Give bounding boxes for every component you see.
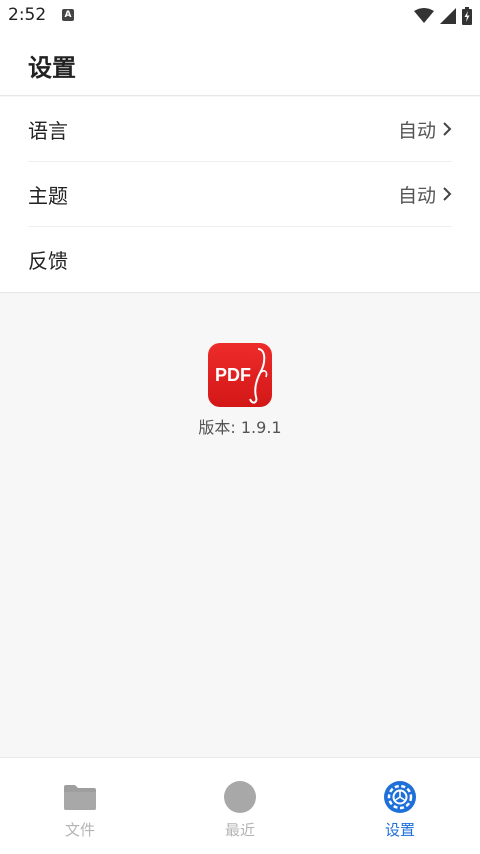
chevron-right-icon — [443, 187, 452, 201]
nav-label: 设置 — [384, 821, 415, 839]
version-text: 版本: 1.9.1 — [198, 418, 282, 437]
settings-gear-icon — [384, 781, 416, 813]
settings-item-label: 主题 — [28, 183, 68, 208]
settings-item-label: 语言 — [28, 118, 68, 143]
status-icons — [414, 7, 472, 25]
nav-item-settings[interactable]: 设置 — [320, 780, 480, 840]
recent-icon-badge: L — [235, 810, 245, 828]
nav-item-recent[interactable]: L 最近 — [160, 780, 320, 840]
settings-list: 语言 自动 主题 自动 反馈 — [0, 97, 480, 293]
settings-item-label: 反馈 — [28, 249, 68, 273]
settings-item-value: 自动 — [397, 184, 436, 207]
settings-item-theme[interactable]: 主题 自动 — [28, 162, 452, 227]
nav-label: 文件 — [64, 821, 95, 839]
chevron-right-icon — [443, 122, 452, 136]
battery-icon — [462, 7, 472, 25]
about-section: PDF 版本: 1.9.1 — [0, 343, 480, 438]
status-time: 2:52 — [8, 5, 47, 25]
app-logo: PDF — [208, 343, 272, 407]
app-logo-script-mark — [249, 348, 268, 404]
nav-item-files[interactable]: 文件 — [0, 780, 160, 840]
page-title: 设置 — [28, 54, 76, 82]
settings-item-feedback[interactable]: 反馈 — [28, 227, 452, 292]
folder-icon — [64, 785, 96, 810]
cellular-signal-icon — [440, 8, 456, 24]
notification-icon: A — [62, 9, 74, 21]
settings-item-language[interactable]: 语言 自动 — [28, 97, 452, 162]
app-header: 设置 — [0, 32, 480, 96]
wifi-icon — [414, 8, 434, 23]
status-bar: 2:52 A — [0, 0, 480, 32]
bottom-nav: 文件 L 最近 设置 — [0, 757, 480, 854]
settings-item-value: 自动 — [397, 119, 436, 142]
